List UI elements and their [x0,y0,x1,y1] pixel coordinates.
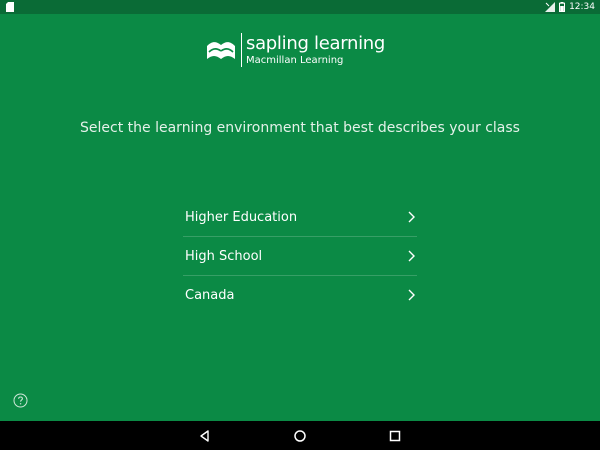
home-icon[interactable] [292,428,308,444]
battery-icon [559,2,566,12]
sd-card-icon [6,2,14,12]
logo-subtitle: Macmillan Learning [246,55,344,66]
back-icon[interactable] [197,428,213,444]
status-bar: 12:34 [0,0,600,14]
app-screen: 12:34 sapling learning Macmillan Learnin… [0,0,600,450]
option-label: High School [185,248,263,264]
option-high-school[interactable]: High School [183,237,417,276]
signal-icon [545,2,556,12]
chevron-right-icon [408,289,415,301]
option-label: Canada [185,288,235,303]
option-label: Higher Education [185,209,298,225]
page-prompt: Select the learning environment that bes… [80,120,520,136]
status-indicators: 12:34 [545,0,595,14]
sapling-learning-logo: sapling learning Macmillan Learning [206,33,385,67]
option-higher-education[interactable]: Higher Education [183,198,417,237]
option-canada[interactable]: Canada [183,276,417,315]
help-circle-icon[interactable] [13,393,28,408]
logo-text: sapling learning Macmillan Learning [246,33,385,67]
chevron-right-icon [408,250,415,262]
logo-name: sapling learning [246,33,386,54]
recents-icon[interactable] [387,428,403,444]
android-nav-bar [0,421,600,450]
status-time: 12:34 [569,2,595,12]
environment-options-list: Higher Education High School Canada [183,198,417,315]
sapling-logo-icon [207,42,235,59]
logo-divider [241,33,242,67]
chevron-right-icon [408,211,415,223]
